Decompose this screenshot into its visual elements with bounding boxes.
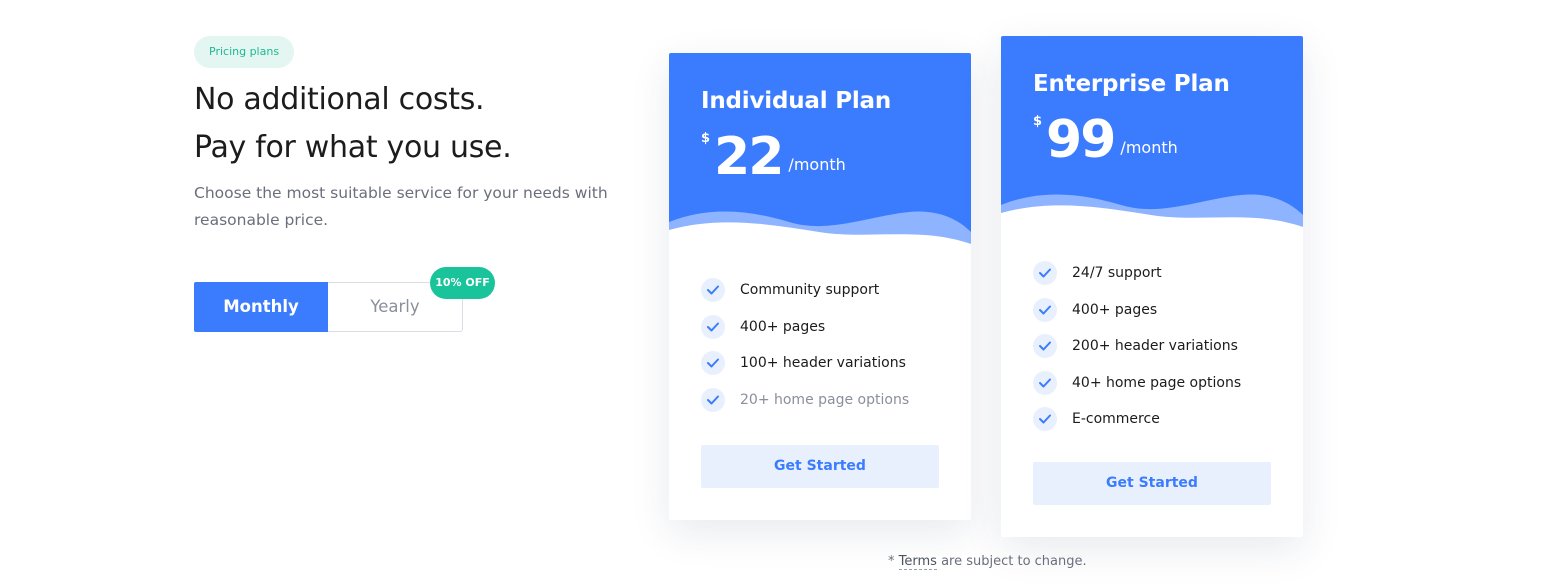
check-icon <box>1033 297 1057 322</box>
wave-decoration <box>1001 194 1303 229</box>
feature-item: 100+ header variations <box>701 351 909 375</box>
pricing-card-individual: Individual Plan $ 22 /month Community su… <box>669 53 971 520</box>
feature-item: 40+ home page options <box>1033 370 1242 395</box>
check-icon <box>1033 261 1057 285</box>
feature-label: 400+ pages <box>740 318 826 335</box>
feature-label: 24/7 support <box>1072 265 1162 281</box>
feature-label: 40+ home page options <box>1072 374 1242 391</box>
check-icon <box>701 278 725 302</box>
footnote-prefix: * <box>888 554 899 569</box>
feature-label: 400+ pages <box>1072 301 1158 318</box>
get-started-button[interactable]: Get Started <box>701 445 939 488</box>
billing-period-toggle: Monthly Yearly 10% OFF <box>194 267 495 332</box>
feature-label: Community support <box>740 282 880 298</box>
wave-decoration <box>669 211 971 246</box>
discount-badge: 10% OFF <box>430 267 495 299</box>
feature-label: 20+ home page options <box>740 391 910 408</box>
page-subtext: Choose the most suitable service for you… <box>194 184 608 229</box>
feature-item: E-commerce <box>1033 407 1241 431</box>
feature-list: Community support 400+ pages 100+ header… <box>701 278 909 424</box>
feature-label: E-commerce <box>1072 411 1160 427</box>
feature-list: 24/7 support 400+ pages 200+ header vari… <box>1033 261 1241 444</box>
currency-symbol: $ <box>701 131 711 146</box>
check-icon <box>701 314 725 339</box>
plan-price: $ 99 /month <box>1033 112 1178 168</box>
pricing-card-enterprise: Enterprise Plan $ 99 /month 24/7 support… <box>1001 36 1303 537</box>
pricing-intro: Pricing plans No additional costs. Pay f… <box>194 36 614 332</box>
pricing-plans-badge: Pricing plans <box>194 36 295 68</box>
plan-price: $ 22 /month <box>701 129 846 185</box>
feature-item: 400+ pages <box>701 314 909 339</box>
price-period: /month <box>788 155 846 174</box>
card-header: Enterprise Plan $ 99 /month <box>1001 36 1303 229</box>
check-icon <box>701 351 725 375</box>
feature-item: 20+ home page options <box>701 387 910 412</box>
terms-link[interactable]: Terms <box>898 554 937 570</box>
card-header: Individual Plan $ 22 /month <box>669 53 971 246</box>
check-icon <box>1033 370 1057 395</box>
monthly-toggle-button[interactable]: Monthly <box>194 282 328 332</box>
headline-line-2: Pay for what you use. <box>194 130 512 165</box>
footnote-suffix: are subject to change. <box>936 554 1087 569</box>
check-icon <box>701 387 725 412</box>
plan-name: Enterprise Plan <box>1033 71 1230 97</box>
feature-label: 200+ header variations <box>1072 338 1238 354</box>
feature-item: 24/7 support <box>1033 261 1241 285</box>
feature-label: 100+ header variations <box>740 355 906 371</box>
price-period: /month <box>1120 138 1178 157</box>
feature-item: Community support <box>701 278 909 302</box>
get-started-button[interactable]: Get Started <box>1033 462 1271 505</box>
page-headline: No additional costs. Pay for what you us… <box>194 76 714 172</box>
feature-item: 400+ pages <box>1033 297 1241 322</box>
check-icon <box>1033 407 1057 431</box>
feature-item: 200+ header variations <box>1033 334 1241 358</box>
terms-footnote: * Terms are subject to change. <box>888 554 1087 570</box>
currency-symbol: $ <box>1033 114 1043 129</box>
price-amount: 99 <box>1046 110 1116 170</box>
check-icon <box>1033 334 1057 358</box>
price-amount: 22 <box>714 127 784 187</box>
headline-line-1: No additional costs. <box>194 82 485 117</box>
plan-name: Individual Plan <box>701 88 892 114</box>
